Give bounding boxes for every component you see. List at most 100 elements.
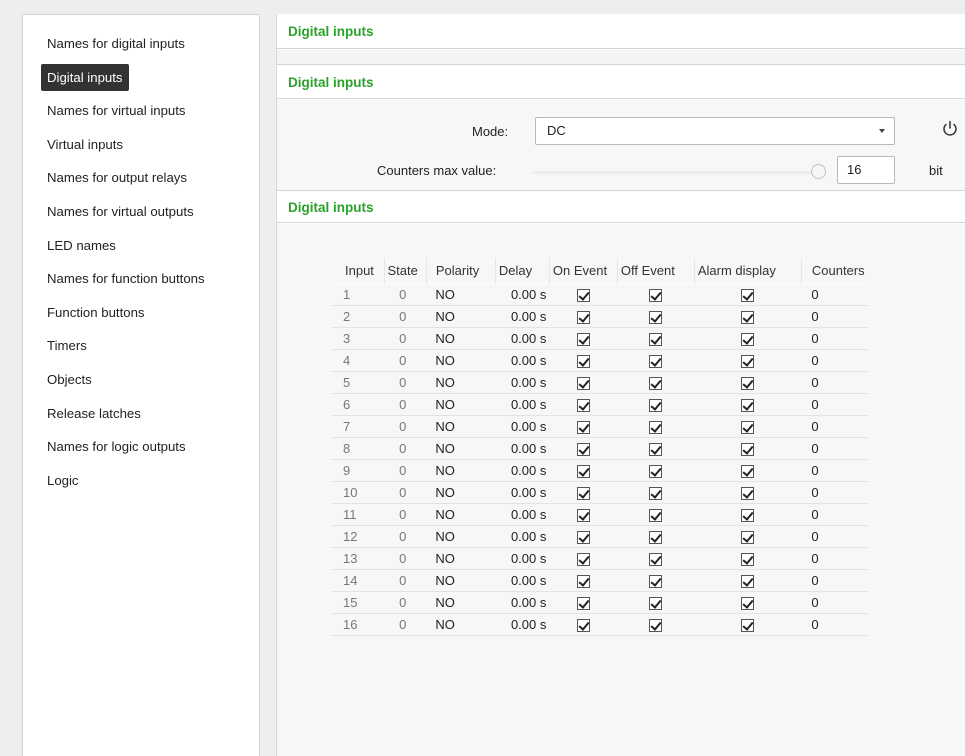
alarm-display-checkbox[interactable] — [741, 398, 755, 412]
on-event-checkbox[interactable] — [576, 596, 590, 610]
off-event-checkbox[interactable] — [649, 332, 663, 346]
off-event-checkbox[interactable] — [649, 420, 663, 434]
sidebar-item-names-logic-outputs[interactable]: Names for logic outputs — [41, 435, 259, 469]
alarm-display-checkbox[interactable] — [741, 310, 755, 324]
on-event-checkbox[interactable] — [576, 420, 590, 434]
polarity-cell[interactable]: NO — [426, 282, 496, 306]
sidebar-item-logic[interactable]: Logic — [41, 469, 259, 503]
delay-cell[interactable]: 0.00 s — [495, 370, 550, 394]
sidebar-item-names-virtual-inputs[interactable]: Names for virtual inputs — [41, 99, 259, 133]
on-event-checkbox[interactable] — [576, 332, 590, 346]
alarm-display-checkbox[interactable] — [741, 420, 755, 434]
sidebar-item-timers[interactable]: Timers — [41, 334, 259, 368]
delay-cell[interactable]: 0.00 s — [495, 304, 550, 328]
sidebar-item-names-digital-inputs[interactable]: Names for digital inputs — [41, 32, 259, 66]
delay-cell[interactable]: 0.00 s — [495, 414, 550, 438]
on-event-checkbox[interactable] — [576, 618, 590, 632]
sidebar-item-digital-inputs[interactable]: Digital inputs — [41, 63, 259, 100]
delay-cell[interactable]: 0.00 s — [495, 612, 550, 636]
off-event-checkbox[interactable] — [649, 310, 663, 324]
section-title-digital-inputs-table[interactable]: Digital inputs — [277, 190, 965, 223]
section-title-digital-inputs-settings[interactable]: Digital inputs — [277, 64, 965, 99]
polarity-cell[interactable]: NO — [426, 326, 496, 350]
alarm-display-checkbox[interactable] — [741, 552, 755, 566]
polarity-cell[interactable]: NO — [426, 304, 496, 328]
on-event-checkbox[interactable] — [576, 442, 590, 456]
counters-slider-handle[interactable] — [811, 164, 826, 179]
polarity-cell[interactable]: NO — [426, 590, 496, 614]
delay-cell[interactable]: 0.00 s — [495, 436, 550, 460]
alarm-display-checkbox[interactable] — [741, 332, 755, 346]
sidebar-item-names-virtual-outputs[interactable]: Names for virtual outputs — [41, 200, 259, 234]
sidebar-item-objects[interactable]: Objects — [41, 368, 259, 402]
delay-cell[interactable]: 0.00 s — [495, 282, 550, 306]
off-event-checkbox[interactable] — [649, 354, 663, 368]
on-event-checkbox[interactable] — [576, 464, 590, 478]
alarm-display-checkbox[interactable] — [741, 574, 755, 588]
polarity-cell[interactable]: NO — [426, 480, 496, 504]
alarm-display-checkbox[interactable] — [741, 464, 755, 478]
polarity-cell[interactable]: NO — [426, 546, 496, 570]
polarity-cell[interactable]: NO — [426, 414, 496, 438]
off-event-checkbox[interactable] — [649, 552, 663, 566]
delay-cell[interactable]: 0.00 s — [495, 590, 550, 614]
delay-cell[interactable]: 0.00 s — [495, 546, 550, 570]
delay-cell[interactable]: 0.00 s — [495, 502, 550, 526]
delay-cell[interactable]: 0.00 s — [495, 458, 550, 482]
on-event-checkbox[interactable] — [576, 486, 590, 500]
alarm-display-checkbox[interactable] — [741, 288, 755, 302]
on-event-checkbox[interactable] — [576, 398, 590, 412]
sidebar-item-names-output-relays[interactable]: Names for output relays — [41, 166, 259, 200]
sidebar-item-names-function-buttons[interactable]: Names for function buttons — [41, 267, 259, 301]
off-event-checkbox[interactable] — [649, 530, 663, 544]
off-event-checkbox[interactable] — [649, 486, 663, 500]
counters-slider-track[interactable] — [532, 171, 817, 174]
delay-cell[interactable]: 0.00 s — [495, 524, 550, 548]
delay-cell[interactable]: 0.00 s — [495, 568, 550, 592]
alarm-display-checkbox[interactable] — [741, 376, 755, 390]
polarity-cell[interactable]: NO — [426, 502, 496, 526]
off-event-checkbox[interactable] — [649, 288, 663, 302]
polarity-cell[interactable]: NO — [426, 612, 496, 636]
on-event-checkbox[interactable] — [576, 354, 590, 368]
off-event-checkbox[interactable] — [649, 574, 663, 588]
on-event-checkbox[interactable] — [576, 376, 590, 390]
mode-select[interactable]: DC — [535, 117, 895, 145]
off-event-checkbox[interactable] — [649, 464, 663, 478]
polarity-cell[interactable]: NO — [426, 568, 496, 592]
on-event-checkbox[interactable] — [576, 310, 590, 324]
on-event-checkbox[interactable] — [576, 530, 590, 544]
delay-cell[interactable]: 0.00 s — [495, 392, 550, 416]
on-event-checkbox[interactable] — [576, 574, 590, 588]
counters-max-input[interactable]: 16 — [837, 156, 895, 184]
section-title-digital-inputs[interactable]: Digital inputs — [277, 14, 965, 49]
alarm-display-checkbox[interactable] — [741, 530, 755, 544]
delay-cell[interactable]: 0.00 s — [495, 326, 550, 350]
polarity-cell[interactable]: NO — [426, 436, 496, 460]
delay-cell[interactable]: 0.00 s — [495, 480, 550, 504]
power-icon[interactable] — [941, 120, 959, 138]
sidebar-item-release-latches[interactable]: Release latches — [41, 402, 259, 436]
off-event-checkbox[interactable] — [649, 596, 663, 610]
alarm-display-checkbox[interactable] — [741, 354, 755, 368]
off-event-checkbox[interactable] — [649, 508, 663, 522]
off-event-checkbox[interactable] — [649, 442, 663, 456]
on-event-checkbox[interactable] — [576, 552, 590, 566]
sidebar-item-virtual-inputs[interactable]: Virtual inputs — [41, 133, 259, 167]
off-event-checkbox[interactable] — [649, 376, 663, 390]
off-event-checkbox[interactable] — [649, 398, 663, 412]
sidebar-item-led-names[interactable]: LED names — [41, 234, 259, 268]
sidebar-item-function-buttons[interactable]: Function buttons — [41, 301, 259, 335]
alarm-display-checkbox[interactable] — [741, 442, 755, 456]
alarm-display-checkbox[interactable] — [741, 486, 755, 500]
polarity-cell[interactable]: NO — [426, 392, 496, 416]
alarm-display-checkbox[interactable] — [741, 618, 755, 632]
polarity-cell[interactable]: NO — [426, 370, 496, 394]
on-event-checkbox[interactable] — [576, 288, 590, 302]
polarity-cell[interactable]: NO — [426, 458, 496, 482]
polarity-cell[interactable]: NO — [426, 524, 496, 548]
alarm-display-checkbox[interactable] — [741, 508, 755, 522]
on-event-checkbox[interactable] — [576, 508, 590, 522]
alarm-display-checkbox[interactable] — [741, 596, 755, 610]
delay-cell[interactable]: 0.00 s — [495, 348, 550, 372]
